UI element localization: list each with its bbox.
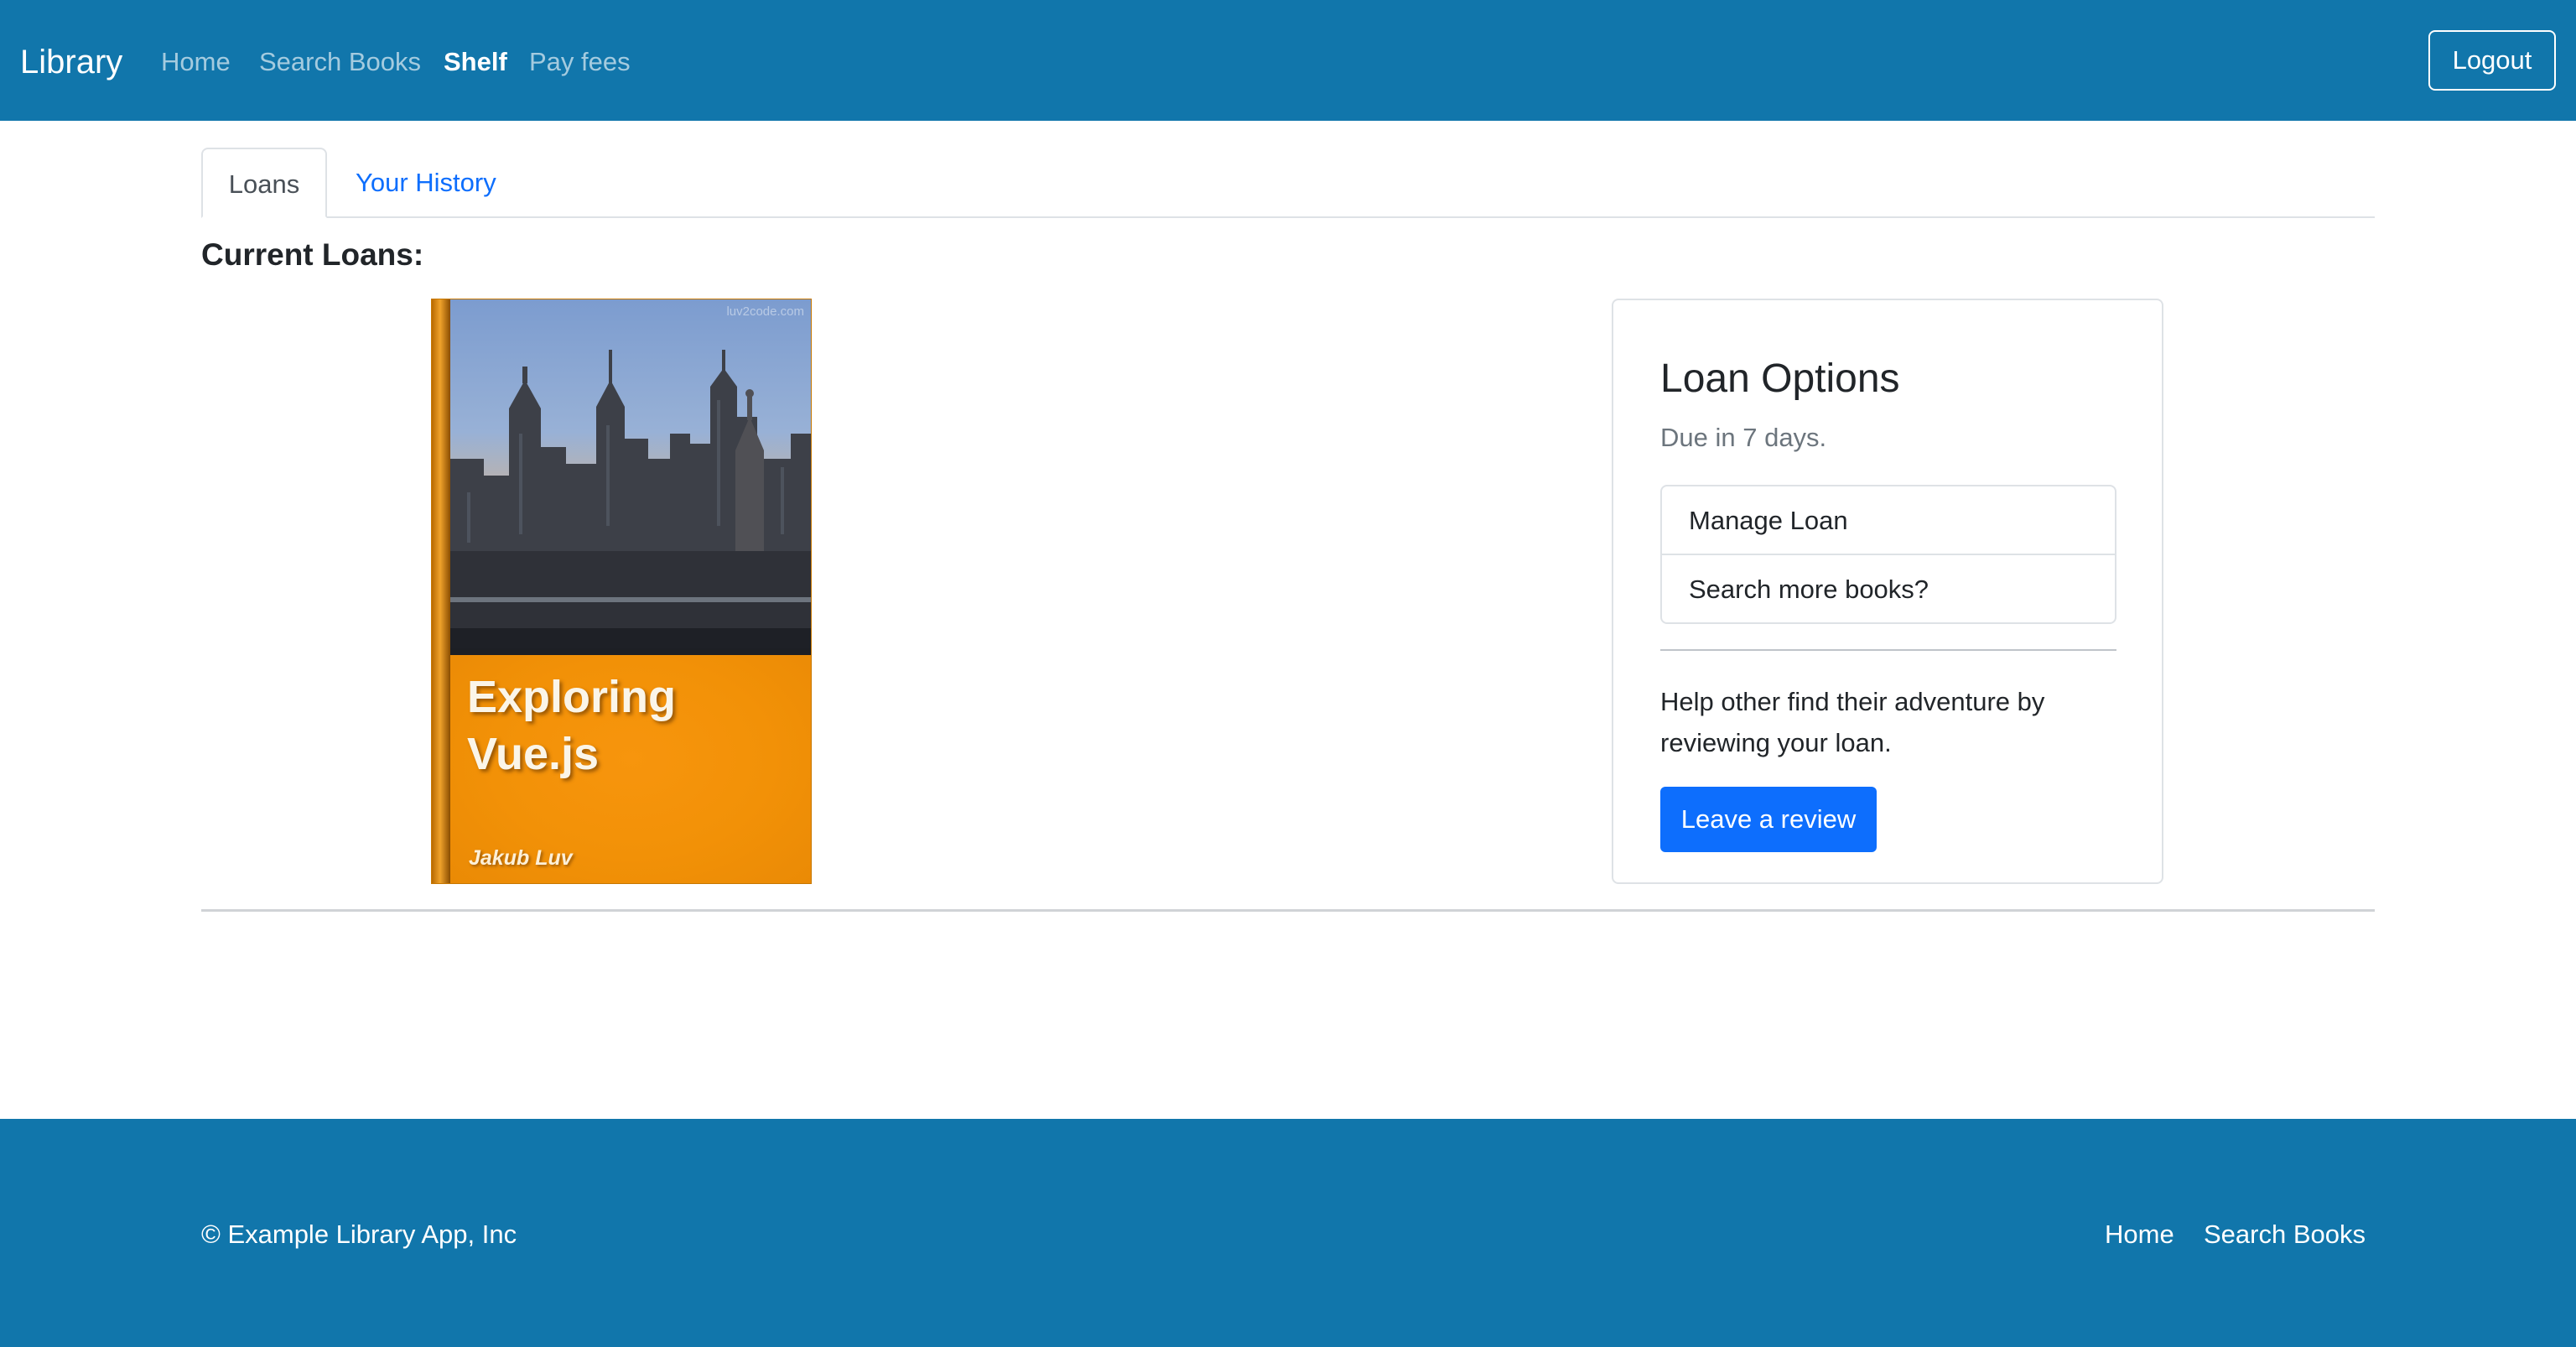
current-loans-heading: Current Loans: — [201, 237, 424, 272]
due-date-text: Due in 7 days. — [1660, 423, 1827, 452]
footer-link-home[interactable]: Home — [2105, 1214, 2174, 1255]
nav-link-pay-fees[interactable]: Pay fees — [529, 42, 631, 82]
logout-button[interactable]: Logout — [2428, 30, 2556, 91]
brand-logo[interactable]: Library — [20, 39, 122, 86]
loan-options-title: Loan Options — [1660, 356, 1900, 401]
manage-loan-item[interactable]: Manage Loan — [1662, 486, 2115, 555]
cover-divider — [450, 648, 811, 655]
footer-link-search-books[interactable]: Search Books — [2204, 1214, 2366, 1255]
book-spine — [432, 299, 450, 883]
tab-loans[interactable]: Loans — [201, 148, 327, 218]
loan-options-card: Loan Options Due in 7 days. Manage Loan … — [1612, 299, 2163, 884]
footer-copyright: © Example Library App, Inc — [201, 1220, 517, 1249]
footer: © Example Library App, Inc Home Search B… — [0, 1119, 2576, 1347]
review-help-text: Help other find their adventure by revie… — [1660, 687, 2045, 757]
book-cover[interactable]: luv2code.com Exploring Vue.js Jakub Luv — [431, 299, 812, 884]
nav-link-search-books[interactable]: Search Books — [259, 42, 421, 82]
content-divider — [201, 909, 2375, 912]
nav-link-shelf[interactable]: Shelf — [444, 42, 507, 82]
city-skyline-image — [450, 350, 811, 648]
cover-title-panel: Exploring Vue.js Jakub Luv — [450, 655, 811, 883]
book-cover-photo: luv2code.com — [450, 299, 811, 648]
book-author: Jakub Luv — [469, 846, 573, 870]
leave-review-button[interactable]: Leave a review — [1660, 787, 1877, 852]
card-divider — [1660, 649, 2116, 651]
book-title: Exploring Vue.js — [467, 672, 677, 779]
loan-options-list: Manage Loan Search more books? — [1660, 485, 2116, 624]
top-navbar: Library Home Search Books Shelf Pay fees… — [0, 0, 2576, 121]
search-more-books-item[interactable]: Search more books? — [1662, 555, 2115, 624]
cover-watermark: luv2code.com — [726, 304, 804, 319]
nav-link-home[interactable]: Home — [161, 42, 231, 82]
tab-your-history[interactable]: Your History — [329, 148, 523, 218]
tabs-divider — [201, 216, 2375, 218]
